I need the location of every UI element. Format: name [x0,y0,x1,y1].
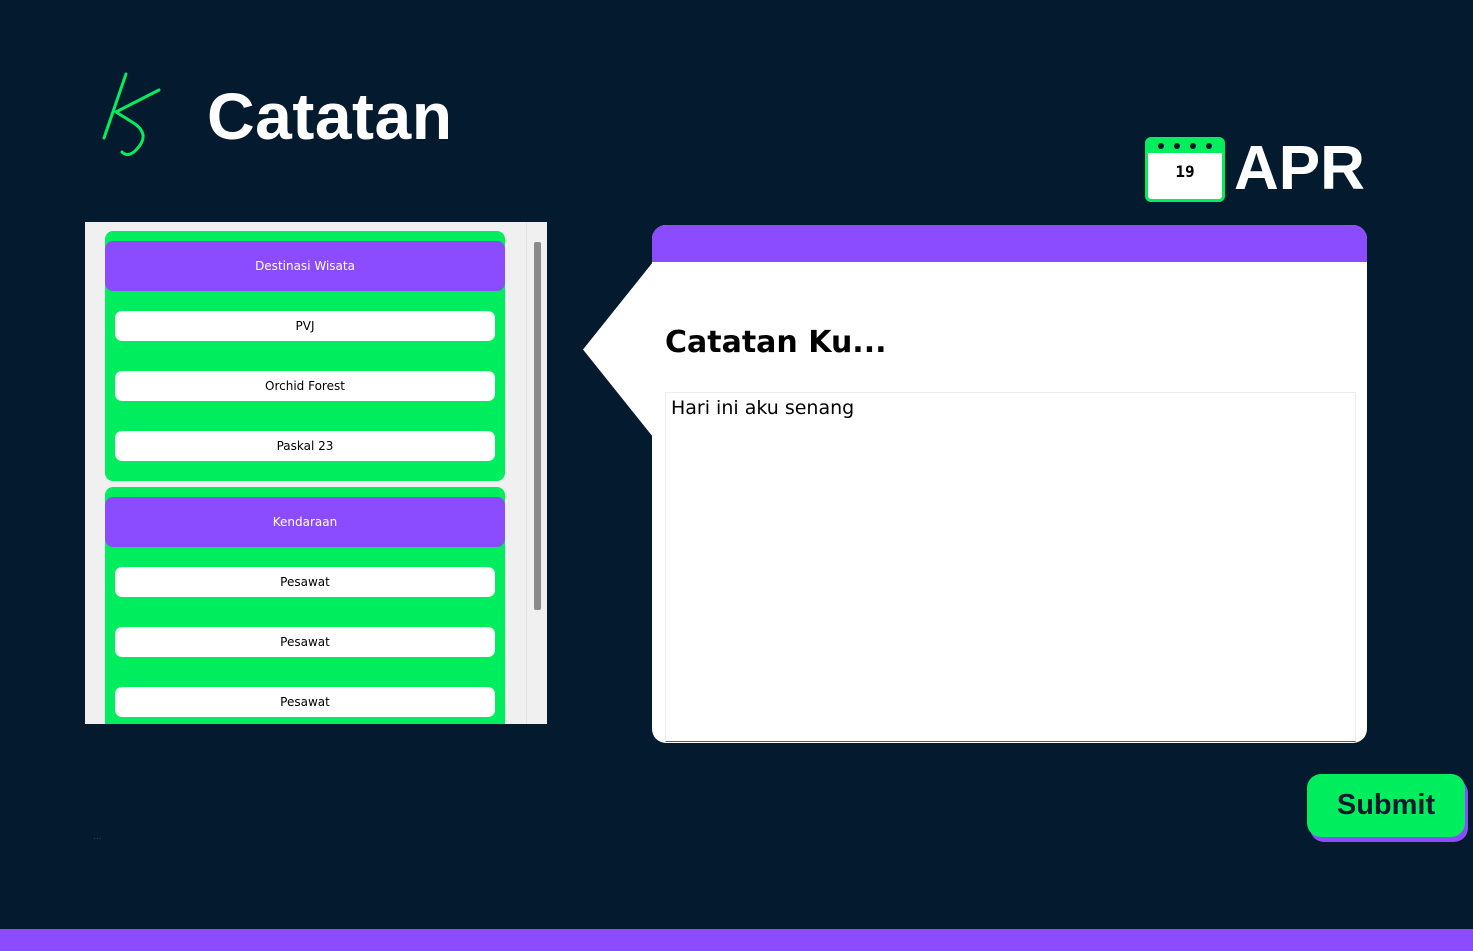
note-title: Catatan Ku... [665,325,887,360]
calendar-ring [1206,143,1212,149]
list-item[interactable]: Pesawat [115,567,495,597]
group-header[interactable]: Destinasi Wisata [105,241,505,291]
list-item[interactable]: PVJ [115,311,495,341]
group-destinasi-wisata: Destinasi Wisata PVJ Orchid Forest Paska… [105,231,505,481]
note-header-bar [652,225,1367,262]
list-item[interactable]: Pesawat [115,627,495,657]
kj-logo-icon [102,72,161,157]
group-header[interactable]: Kendaraan [105,497,505,547]
app-title: Catatan [207,79,453,153]
group-kendaraan: Kendaraan Pesawat Pesawat Pesawat [105,487,505,724]
list-panel[interactable]: Destinasi Wisata PVJ Orchid Forest Paska… [85,222,547,724]
calendar-ring [1190,143,1196,149]
footer-dots: ... [93,832,102,842]
calendar-icon: 19 [1145,137,1225,202]
calendar-ring [1174,143,1180,149]
speech-pointer [583,262,653,437]
scrollbar-thumb[interactable] [534,242,541,610]
list-item[interactable]: Paskal 23 [115,431,495,461]
list-item[interactable]: Pesawat [115,687,495,717]
bottom-bar [0,929,1473,951]
note-card: Catatan Ku... Hari ini aku senang [652,225,1367,743]
list-item[interactable]: Orchid Forest [115,371,495,401]
note-textarea[interactable]: Hari ini aku senang [665,392,1356,742]
submit-button[interactable]: Submit [1307,774,1465,837]
month-label: APR [1234,134,1365,203]
calendar-ring [1158,143,1164,149]
calendar-binding [1148,140,1222,153]
calendar-day: 19 [1175,162,1195,181]
